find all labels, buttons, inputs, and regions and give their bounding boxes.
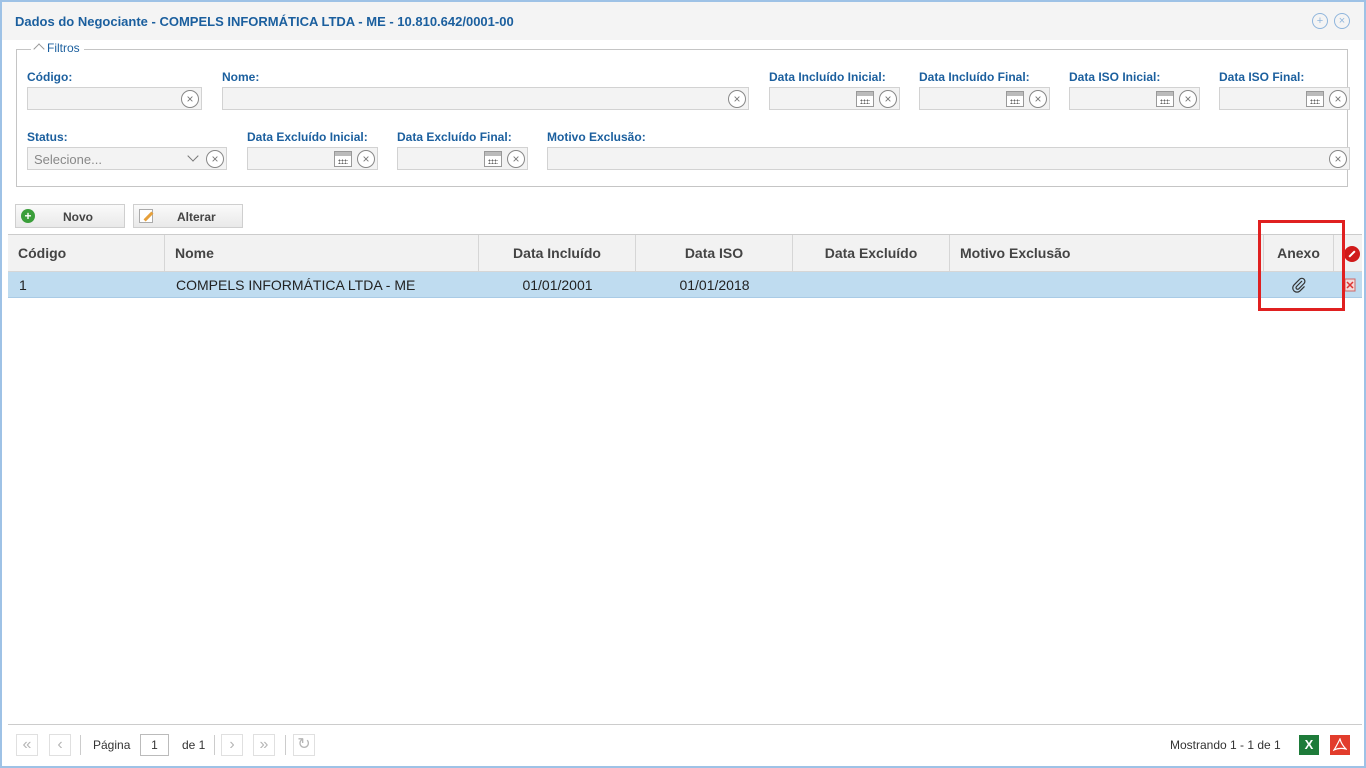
calendar-icon[interactable] [1006, 91, 1024, 107]
grid-header: Código Nome Data Incluído Data ISO Data … [8, 235, 1362, 272]
column-header-data-excluido[interactable]: Data Excluído [793, 235, 950, 271]
clear-data-incluido-final-icon[interactable]: × [1029, 90, 1047, 108]
anexo-highlight-box [1258, 220, 1345, 311]
showing-count: Mostrando 1 - 1 de 1 [1170, 738, 1281, 752]
edit-icon [139, 209, 153, 223]
window-title: Dados do Negociante - COMPELS INFORMÁTIC… [15, 14, 514, 29]
data-excluido-final-label: Data Excluído Final: [397, 130, 512, 144]
clear-data-excluido-final-icon[interactable]: × [507, 150, 525, 168]
data-excluido-inicial-label: Data Excluído Inicial: [247, 130, 368, 144]
prev-page-icon[interactable]: ‹ [49, 734, 71, 756]
data-incluido-final-label: Data Incluído Final: [919, 70, 1030, 84]
column-header-motivo-exclusao[interactable]: Motivo Exclusão [950, 235, 1264, 271]
calendar-icon[interactable] [484, 151, 502, 167]
filters-legend-label: Filtros [47, 41, 80, 55]
alterar-label: Alterar [177, 210, 216, 224]
collapse-chevron-icon[interactable] [33, 43, 45, 55]
motivo-exclusao-input[interactable]: × [547, 147, 1350, 170]
data-incluido-inicial-input[interactable]: × [769, 87, 900, 110]
clear-nome-icon[interactable]: × [728, 90, 746, 108]
codigo-label: Código: [27, 70, 73, 84]
excel-icon[interactable]: X [1299, 735, 1319, 755]
page-input[interactable]: 1 [140, 734, 169, 756]
chevron-down-icon[interactable] [187, 150, 199, 162]
close-icon[interactable]: × [1334, 13, 1350, 29]
status-placeholder: Selecione... [34, 152, 102, 167]
calendar-icon[interactable] [856, 91, 874, 107]
codigo-input[interactable]: × [27, 87, 202, 110]
last-page-icon[interactable]: » [253, 734, 275, 756]
status-select[interactable]: Selecione... × [27, 147, 227, 170]
cell-data-iso: 01/01/2018 [679, 277, 750, 293]
title-bar: Dados do Negociante - COMPELS INFORMÁTIC… [2, 2, 1364, 40]
refresh-icon[interactable]: ↻ [293, 734, 315, 756]
filters-legend[interactable]: Filtros [31, 41, 84, 55]
data-excluido-inicial-input[interactable]: × [247, 147, 378, 170]
data-incluido-inicial-label: Data Incluído Inicial: [769, 70, 886, 84]
add-icon: + [21, 209, 35, 223]
separator [285, 735, 286, 755]
calendar-icon[interactable] [1306, 91, 1324, 107]
maximize-icon[interactable]: + [1312, 13, 1328, 29]
negociante-window: Dados do Negociante - COMPELS INFORMÁTIC… [0, 0, 1366, 768]
separator [214, 735, 215, 755]
status-label: Status: [27, 130, 68, 144]
row-delete-icon[interactable] [1343, 277, 1357, 293]
page-label: Página [93, 738, 131, 752]
first-page-icon[interactable]: « [16, 734, 38, 756]
clear-status-icon[interactable]: × [206, 150, 224, 168]
data-excluido-final-input[interactable]: × [397, 147, 528, 170]
clear-data-excluido-inicial-icon[interactable]: × [357, 150, 375, 168]
cell-data-excluido [793, 272, 950, 298]
filters-panel: Filtros Código: × Nome: × Data Incluído … [16, 41, 1350, 187]
calendar-icon[interactable] [334, 151, 352, 167]
delete-icon[interactable] [1344, 246, 1360, 262]
cell-codigo: 1 [19, 277, 27, 293]
motivo-exclusao-label: Motivo Exclusão: [547, 130, 646, 144]
data-incluido-final-input[interactable]: × [919, 87, 1050, 110]
negociante-grid: Código Nome Data Incluído Data ISO Data … [8, 234, 1362, 724]
clear-motivo-exclusao-icon[interactable]: × [1329, 150, 1347, 168]
novo-button[interactable]: + Novo [15, 204, 125, 228]
page-of-label: de 1 [182, 738, 206, 752]
pdf-icon[interactable] [1330, 735, 1350, 755]
clear-codigo-icon[interactable]: × [181, 90, 199, 108]
table-row[interactable]: 1 COMPELS INFORMÁTICA LTDA - ME 01/01/20… [8, 272, 1362, 298]
separator [80, 735, 81, 755]
cell-motivo-exclusao [950, 272, 1264, 298]
pagination-bar: « ‹ Página 1 de 1 › » ↻ Mostrando 1 - 1 … [8, 724, 1362, 764]
data-iso-final-input[interactable]: × [1219, 87, 1350, 110]
column-header-nome[interactable]: Nome [165, 235, 479, 271]
clear-data-iso-inicial-icon[interactable]: × [1179, 90, 1197, 108]
cell-data-incluido: 01/01/2001 [522, 277, 593, 293]
column-header-data-incluido[interactable]: Data Incluído [479, 235, 636, 271]
data-iso-final-label: Data ISO Final: [1219, 70, 1305, 84]
nome-label: Nome: [222, 70, 260, 84]
column-header-data-iso[interactable]: Data ISO [636, 235, 793, 271]
novo-label: Novo [63, 210, 93, 224]
column-header-codigo[interactable]: Código [8, 235, 165, 271]
data-iso-inicial-input[interactable]: × [1069, 87, 1200, 110]
next-page-icon[interactable]: › [221, 734, 243, 756]
nome-input[interactable]: × [222, 87, 749, 110]
alterar-button[interactable]: Alterar [133, 204, 243, 228]
clear-data-iso-final-icon[interactable]: × [1329, 90, 1347, 108]
cell-nome: COMPELS INFORMÁTICA LTDA - ME [176, 277, 416, 293]
data-iso-inicial-label: Data ISO Inicial: [1069, 70, 1161, 84]
calendar-icon[interactable] [1156, 91, 1174, 107]
clear-data-incluido-inicial-icon[interactable]: × [879, 90, 897, 108]
